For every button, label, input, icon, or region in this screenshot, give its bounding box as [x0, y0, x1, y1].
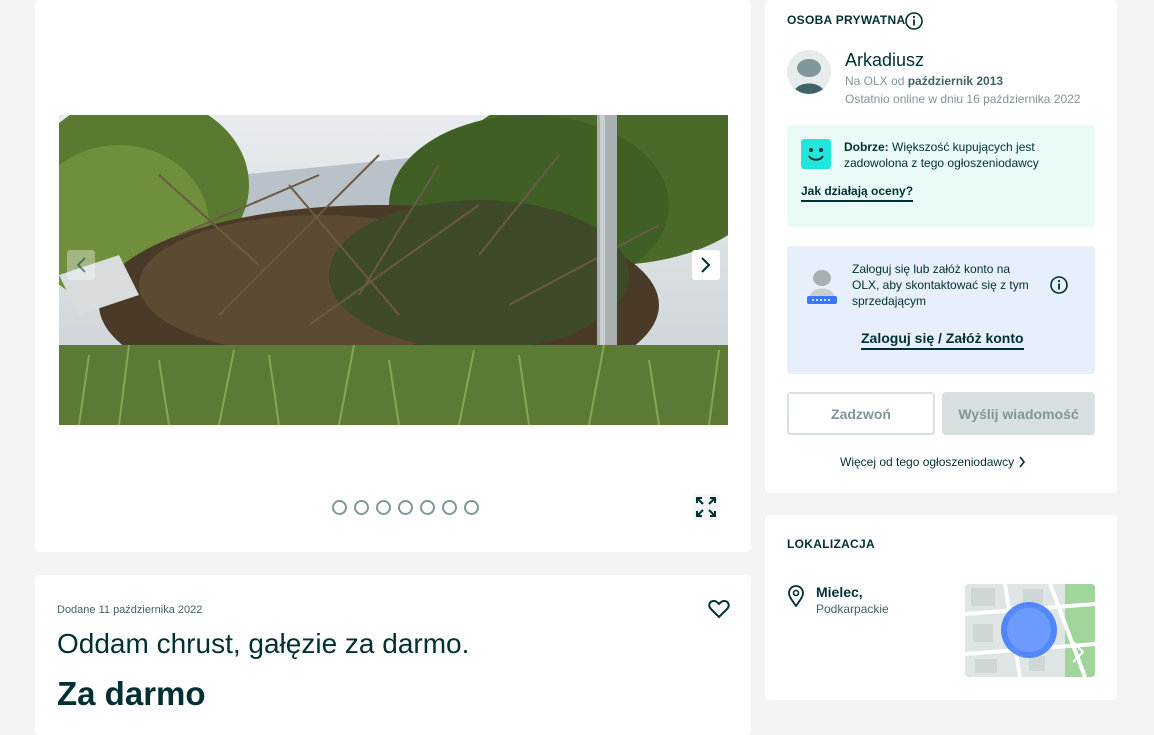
seller-card: OSOBA PRYWATNA Arkadiusz Na OLX od paźdz…	[765, 0, 1117, 493]
login-prompt-box: Zaloguj się lub załóż konto na OLX, aby …	[787, 246, 1095, 374]
map-pin-icon	[788, 585, 804, 607]
fullscreen-icon	[696, 497, 716, 517]
ad-price: Za darmo	[57, 675, 206, 712]
more-from-seller-label: Więcej od tego ogłoszeniodawcy	[840, 455, 1015, 469]
pagination-dot[interactable]	[442, 500, 457, 515]
seller-name: Arkadiusz	[845, 50, 925, 70]
location-card: LOKALIZACJA Mielec, Podkarpackie	[765, 515, 1117, 700]
rating-text: Dobrze: Większość kupujących jest zadowo…	[844, 139, 1084, 171]
chevron-left-icon	[76, 257, 86, 273]
image-gallery	[35, 0, 751, 552]
fullscreen-button[interactable]	[693, 494, 719, 520]
member-since: Na OLX od październik 2013	[845, 74, 1003, 88]
location-section-label: LOKALIZACJA	[787, 537, 875, 551]
image-pagination	[332, 500, 479, 515]
location-city: Mielec,	[816, 584, 863, 600]
pagination-dot[interactable]	[420, 500, 435, 515]
user-login-icon	[807, 270, 837, 304]
rating-label: Dobrze:	[844, 140, 889, 154]
pagination-dot[interactable]	[398, 500, 413, 515]
smiley-icon	[801, 139, 831, 169]
info-icon[interactable]	[904, 11, 924, 31]
info-icon[interactable]	[1049, 275, 1069, 295]
photo-brush-pile	[59, 115, 728, 425]
pagination-dot[interactable]	[354, 500, 369, 515]
date-added: Dodane 11 października 2022	[57, 604, 203, 616]
next-image-button[interactable]	[692, 250, 720, 280]
chevron-right-icon	[1019, 456, 1026, 468]
pagination-dot[interactable]	[376, 500, 391, 515]
ad-details: Dodane 11 października 2022 Oddam chrust…	[35, 575, 751, 735]
login-prompt-text: Zaloguj się lub załóż konto na OLX, aby …	[852, 262, 1029, 308]
member-since-value: październik 2013	[907, 74, 1004, 88]
avatar	[787, 50, 831, 94]
location-region: Podkarpackie	[816, 602, 889, 616]
pagination-dot[interactable]	[332, 500, 347, 515]
ratings-info-link[interactable]: Jak działają oceny?	[801, 184, 914, 202]
send-message-button[interactable]: Wyślij wiadomość	[942, 392, 1095, 435]
heart-icon[interactable]	[708, 599, 730, 619]
call-button[interactable]: Zadzwoń	[787, 392, 935, 435]
last-online: Ostatnio online w dniu 16 października 2…	[845, 92, 1081, 106]
location-map[interactable]	[965, 584, 1095, 677]
login-register-link[interactable]: Zaloguj się / Załóż konto	[861, 330, 1024, 350]
previous-image-button[interactable]	[67, 250, 95, 280]
seller-section-label: OSOBA PRYWATNA	[787, 13, 906, 27]
pagination-dot[interactable]	[464, 500, 479, 515]
listing-photo[interactable]	[59, 115, 728, 425]
more-from-seller-link[interactable]: Więcej od tego ogłoszeniodawcy	[840, 455, 1026, 469]
ad-title: Oddam chrust, gałęzie za darmo.	[57, 628, 470, 659]
member-since-prefix: Na OLX od	[845, 74, 908, 88]
map-thumbnail	[965, 584, 1095, 677]
chevron-right-icon	[701, 257, 711, 273]
seller-rating-box: Dobrze: Większość kupujących jest zadowo…	[787, 125, 1095, 227]
